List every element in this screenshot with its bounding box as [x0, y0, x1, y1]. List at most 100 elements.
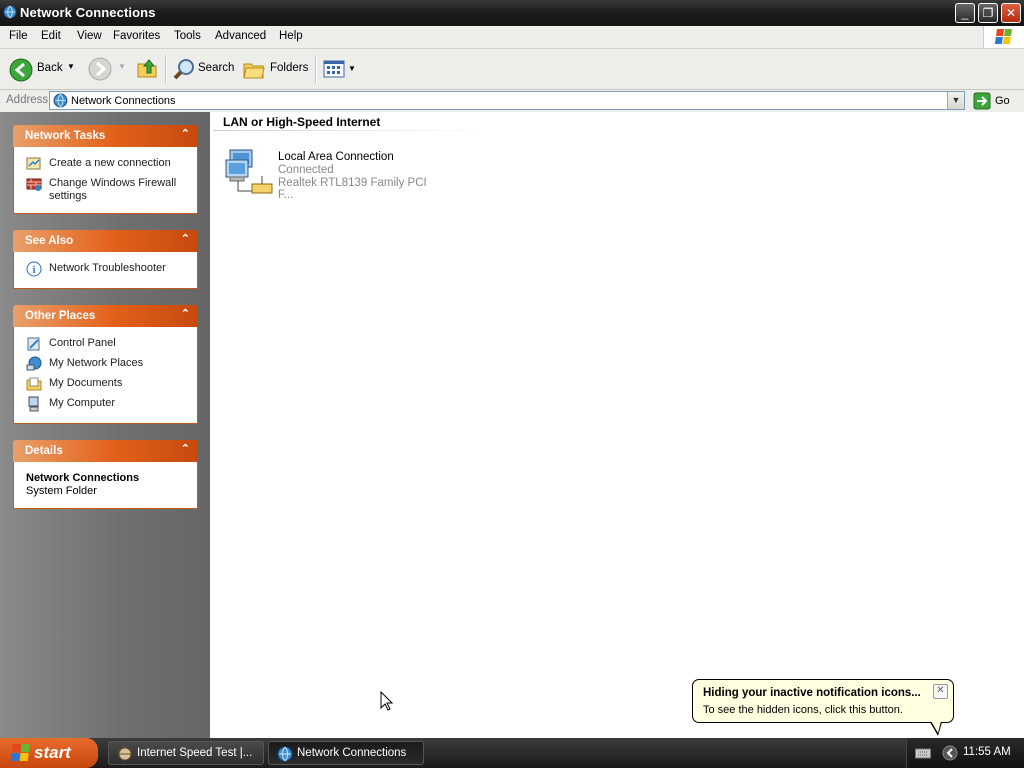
see-also-panel: i Network Troubleshooter	[13, 252, 198, 289]
mouse-cursor-icon	[380, 690, 394, 714]
lan-connection-icon	[224, 146, 276, 201]
collapse-chevron-icon[interactable]: ⌃	[181, 232, 190, 245]
taskbar-item-label: Internet Speed Test |...	[137, 747, 253, 759]
link-network-troubleshooter[interactable]: i Network Troubleshooter	[26, 261, 196, 277]
menu-favorites[interactable]: Favorites	[113, 30, 160, 42]
back-dropdown-icon[interactable]: ▼	[67, 62, 75, 71]
link-label: My Documents	[49, 377, 123, 389]
network-tasks-title: Network Tasks	[25, 130, 106, 142]
collapse-chevron-icon[interactable]: ⌃	[181, 127, 190, 140]
go-button[interactable]: Go	[970, 91, 1018, 111]
my-computer-icon	[26, 396, 42, 412]
details-header[interactable]: Details ⌃	[13, 440, 198, 462]
network-connections-icon	[3, 5, 17, 19]
minimize-button[interactable]: _	[955, 3, 975, 23]
address-value: Network Connections	[71, 95, 176, 107]
taskbar-item-internet-speed-test[interactable]: Internet Speed Test |...	[108, 741, 264, 765]
menu-view[interactable]: View	[77, 30, 102, 42]
toolbar-separator	[315, 55, 317, 83]
views-button[interactable]: ▼	[321, 56, 357, 82]
connection-status: Connected	[278, 164, 334, 176]
address-bar: Address Network Connections ▼ Go	[0, 90, 1024, 112]
up-folder-icon	[135, 56, 159, 83]
link-control-panel[interactable]: Control Panel	[26, 336, 196, 352]
title-bar[interactable]: Network Connections _ ❐ ✕	[0, 0, 1024, 26]
go-label: Go	[995, 95, 1010, 107]
details-type: System Folder	[26, 485, 97, 497]
connection-adapter: Realtek RTL8139 Family PCI F...	[278, 177, 427, 201]
search-button[interactable]: Search	[170, 54, 236, 84]
control-panel-icon	[26, 336, 42, 352]
folders-icon	[242, 57, 266, 84]
menu-file[interactable]: File	[9, 30, 28, 42]
network-connections-icon	[277, 746, 293, 765]
task-label: Create a new connection	[49, 157, 171, 169]
notification-balloon[interactable]: Hiding your inactive notification icons.…	[692, 679, 954, 723]
network-places-icon	[26, 356, 42, 372]
link-my-documents[interactable]: My Documents	[26, 376, 196, 392]
balloon-close-button[interactable]: ✕	[933, 684, 948, 699]
close-button[interactable]: ✕	[1001, 3, 1021, 23]
toolbar: Back ▼ ▼ Search Folders ▼	[0, 49, 1024, 90]
address-dropdown-button[interactable]: ▼	[947, 92, 964, 109]
link-label: My Computer	[49, 397, 116, 409]
go-arrow-icon	[973, 92, 991, 113]
menu-edit[interactable]: Edit	[41, 30, 61, 42]
taskbar-item-label: Network Connections	[297, 747, 407, 759]
show-hidden-icons-button[interactable]	[942, 745, 958, 764]
folders-label: Folders	[270, 62, 309, 74]
link-label: Control Panel	[49, 337, 116, 349]
network-tasks-header[interactable]: Network Tasks ⌃	[13, 125, 198, 147]
link-label: My Network Places	[49, 357, 144, 369]
forward-dropdown-icon: ▼	[118, 62, 126, 71]
keyboard-icon[interactable]	[915, 747, 931, 762]
other-places-header[interactable]: Other Places ⌃	[13, 305, 198, 327]
address-input[interactable]: Network Connections ▼	[49, 91, 965, 110]
section-title: LAN or High-Speed Internet	[223, 115, 381, 129]
menu-help[interactable]: Help	[279, 30, 303, 42]
toolbar-separator	[165, 55, 167, 83]
folders-button[interactable]: Folders	[240, 54, 310, 84]
details-title: Details	[25, 445, 63, 457]
balloon-text: To see the hidden icons, click this butt…	[703, 704, 903, 716]
search-icon	[172, 57, 196, 84]
firewall-icon	[26, 176, 42, 192]
balloon-tail-fill	[931, 721, 941, 733]
local-area-connection-item[interactable]: Local Area Connection Connected Realtek …	[220, 142, 440, 201]
collapse-chevron-icon[interactable]: ⌃	[181, 442, 190, 455]
windows-flag-icon	[10, 744, 30, 765]
search-label: Search	[198, 62, 235, 74]
task-label: Change Windows Firewall settings	[49, 177, 177, 202]
views-dropdown-icon: ▼	[348, 64, 356, 73]
menu-bar: File Edit View Favorites Tools Advanced …	[0, 26, 1024, 49]
menu-tools[interactable]: Tools	[174, 30, 201, 42]
taskbar-item-network-connections[interactable]: Network Connections	[268, 741, 424, 765]
connection-name: Local Area Connection	[278, 151, 394, 163]
restore-button[interactable]: ❐	[978, 3, 998, 23]
start-button[interactable]: start	[0, 738, 98, 768]
collapse-chevron-icon[interactable]: ⌃	[181, 307, 190, 320]
link-my-computer[interactable]: My Computer	[26, 396, 196, 412]
forward-arrow-icon	[88, 57, 112, 84]
svg-text:i: i	[33, 265, 36, 276]
link-label: Network Troubleshooter	[49, 262, 166, 274]
section-divider	[213, 130, 491, 131]
other-places-panel: Control Panel My Network Places My Docum…	[13, 327, 198, 424]
forward-button[interactable]: ▼	[86, 57, 126, 81]
network-tasks-panel: Create a new connection Change Windows F…	[13, 147, 198, 214]
menu-advanced[interactable]: Advanced	[215, 30, 266, 42]
clock: 11:55 AM	[963, 746, 1011, 758]
see-also-header[interactable]: See Also ⌃	[13, 230, 198, 252]
my-documents-icon	[26, 376, 42, 392]
link-my-network-places[interactable]: My Network Places	[26, 356, 196, 372]
browser-icon	[117, 746, 133, 765]
back-button[interactable]: Back ▼	[4, 53, 80, 85]
network-connections-icon	[53, 93, 68, 111]
windows-logo-icon	[983, 26, 1024, 48]
task-create-new-connection[interactable]: Create a new connection	[26, 156, 196, 172]
address-label: Address	[6, 94, 49, 106]
details-name: Network Connections	[26, 472, 140, 484]
see-also-title: See Also	[25, 235, 74, 247]
task-change-windows-firewall[interactable]: Change Windows Firewall settings	[26, 176, 196, 206]
up-folder-button[interactable]	[134, 55, 160, 83]
